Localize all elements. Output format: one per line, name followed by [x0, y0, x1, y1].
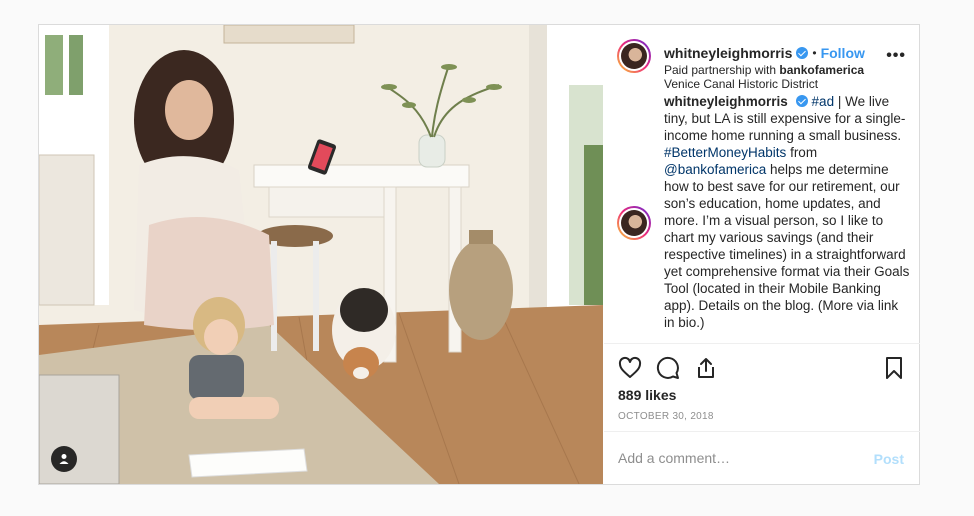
- share-icon[interactable]: [694, 356, 718, 380]
- comment-input[interactable]: [618, 444, 858, 472]
- caption-text-2: from: [786, 145, 818, 160]
- caption-avatar[interactable]: [617, 206, 651, 240]
- likes-count[interactable]: 889 likes: [618, 387, 676, 403]
- separator-dot: •: [812, 46, 817, 60]
- partnership-prefix: Paid partnership with: [664, 63, 780, 77]
- author-username[interactable]: whitneyleighmorris: [664, 45, 792, 61]
- verified-badge-icon: [796, 47, 809, 59]
- tagged-user-button[interactable]: [51, 446, 77, 472]
- author-avatar[interactable]: [617, 39, 651, 73]
- post-comment-button[interactable]: Post: [874, 451, 904, 467]
- caption-text: whitneyleighmorris #ad | We live tiny, b…: [664, 93, 910, 331]
- post-sidebar: whitneyleighmorris • Follow Paid partner…: [604, 25, 920, 484]
- post-photo[interactable]: [39, 25, 603, 484]
- verified-badge-icon: [795, 95, 808, 107]
- mention-link[interactable]: @bankofamerica: [664, 162, 766, 177]
- follow-button[interactable]: Follow: [821, 45, 865, 61]
- post-header: whitneyleighmorris • Follow Paid partner…: [604, 25, 920, 91]
- like-heart-icon[interactable]: [618, 356, 642, 380]
- partner-link[interactable]: bankofamerica: [779, 63, 864, 77]
- paid-partnership: Paid partnership with bankofamerica: [664, 63, 864, 77]
- actions-section: 889 likes OCTOBER 30, 2018: [604, 343, 920, 431]
- person-icon: [59, 454, 69, 464]
- hashtag-link[interactable]: #BetterMoneyHabits: [664, 145, 786, 160]
- comment-section: Post: [604, 431, 920, 484]
- hashtag-ad-link[interactable]: #ad: [812, 94, 835, 109]
- post-card: whitneyleighmorris • Follow Paid partner…: [38, 24, 920, 485]
- caption-text-3: helps me determine how to best save for …: [664, 162, 910, 330]
- comment-bubble-icon[interactable]: [656, 356, 680, 380]
- location-link[interactable]: Venice Canal Historic District: [664, 77, 818, 91]
- save-bookmark-icon[interactable]: [882, 356, 906, 380]
- post-date[interactable]: OCTOBER 30, 2018: [618, 411, 714, 422]
- more-options-icon[interactable]: •••: [886, 47, 906, 65]
- caption-username[interactable]: whitneyleighmorris: [664, 94, 788, 109]
- photo-illustration: [39, 25, 603, 484]
- caption-section: whitneyleighmorris #ad | We live tiny, b…: [604, 91, 920, 343]
